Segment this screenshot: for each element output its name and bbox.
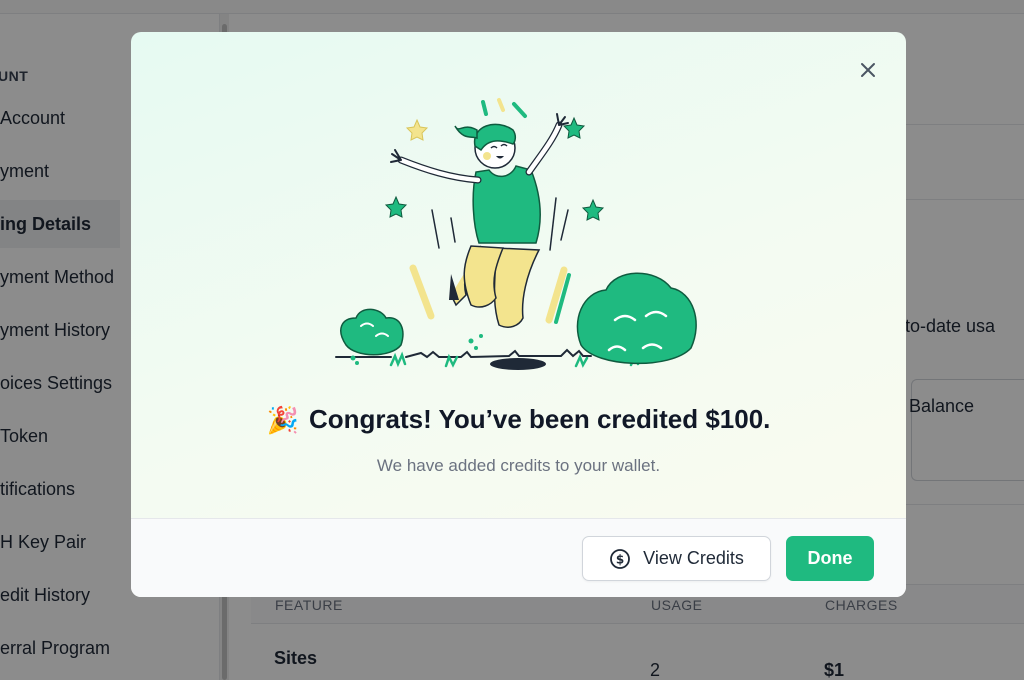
modal-title: Congrats! You’ve been credited $100. [308, 404, 771, 434]
celebration-illustration [335, 98, 697, 370]
modal-footer: $ View Credits Done [131, 518, 906, 597]
view-credits-button[interactable]: $ View Credits [582, 536, 771, 581]
congrats-modal: 🎉 Congrats! You’ve been credited $100. W… [131, 32, 906, 597]
svg-text:$: $ [616, 552, 624, 566]
modal-headline: 🎉 Congrats! You’ve been credited $100. [131, 404, 906, 435]
party-popper-icon: 🎉 [266, 404, 299, 435]
dollar-circle-icon: $ [610, 548, 631, 569]
view-credits-label: View Credits [643, 548, 744, 568]
close-button[interactable] [856, 58, 880, 82]
close-icon [861, 63, 875, 77]
modal-subtitle: We have added credits to your wallet. [376, 456, 661, 475]
done-button[interactable]: Done [786, 536, 874, 581]
